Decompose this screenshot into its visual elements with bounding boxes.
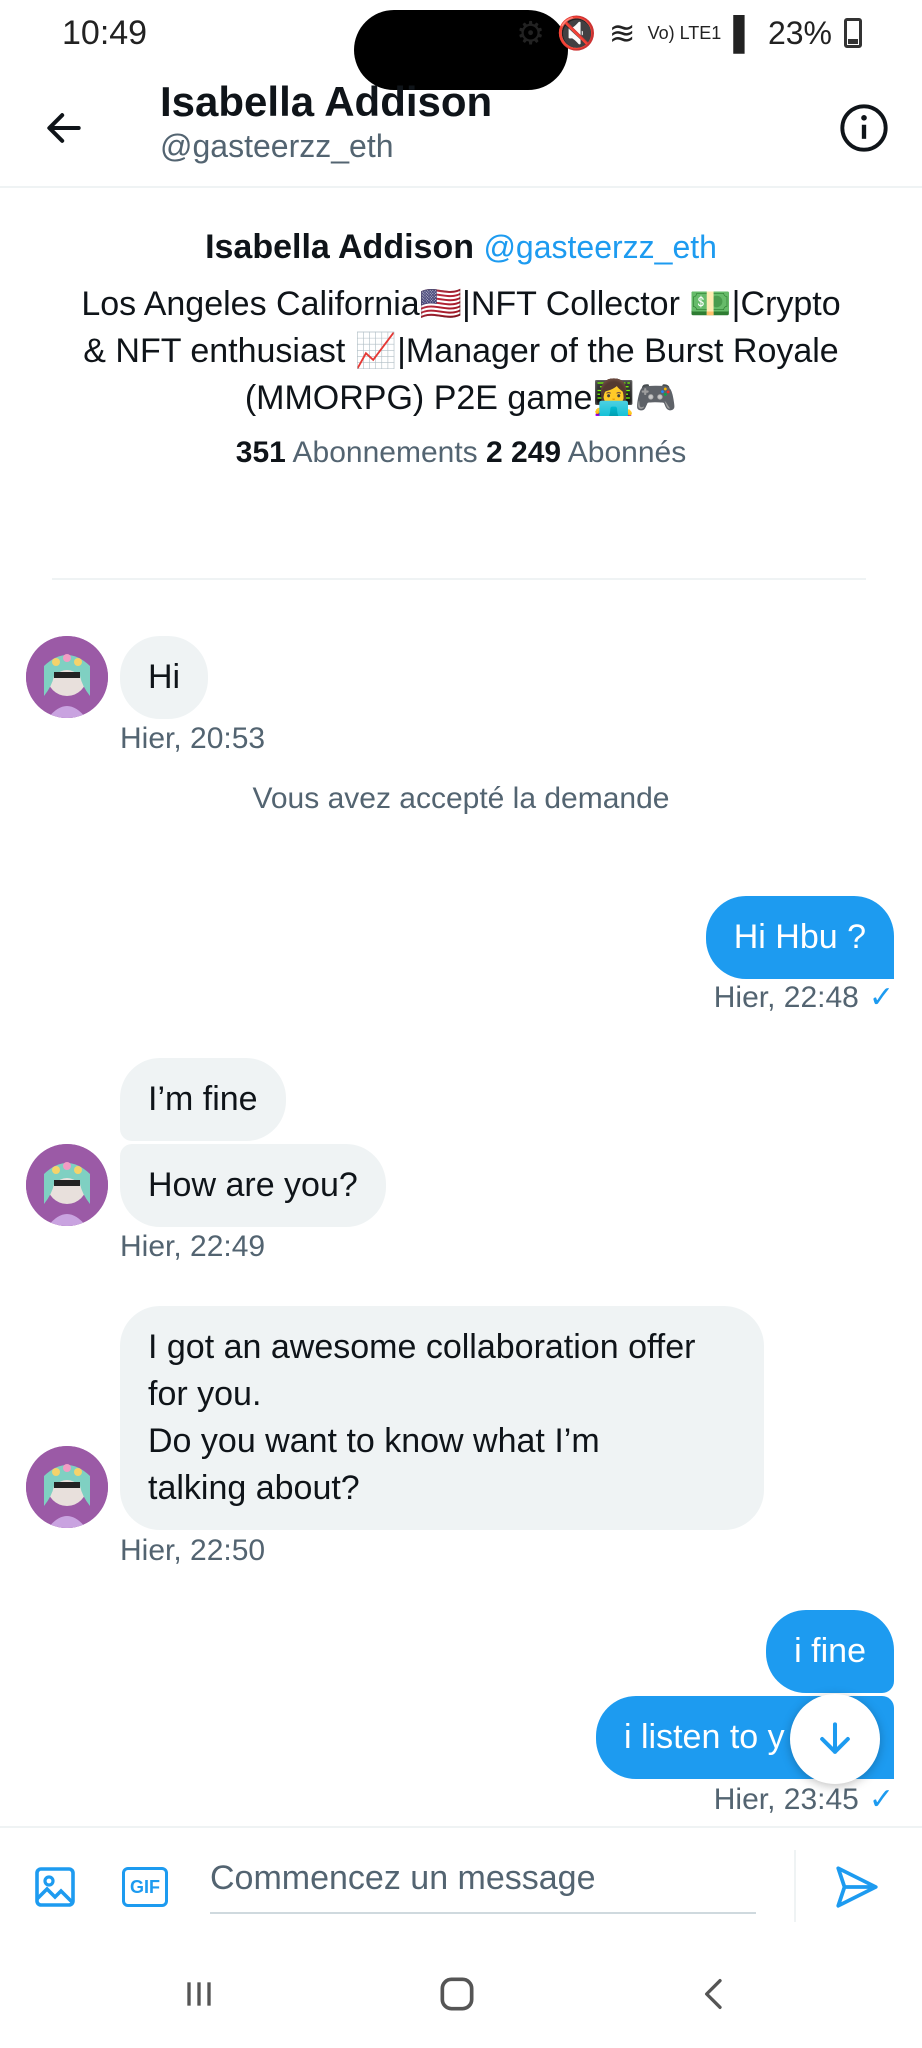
avatar-image (26, 1446, 108, 1528)
profile-summary[interactable]: Isabella Addison @gasteerzz_eth Los Ange… (40, 228, 882, 470)
message-bubble-incoming[interactable]: Hi (120, 636, 209, 719)
system-notice: Vous avez accepté la demande (252, 782, 670, 815)
gif-icon: GIF (122, 1867, 168, 1907)
bio-line: Los Angeles California🇺🇸|NFT Collector 💵… (81, 285, 841, 323)
home-button[interactable] (422, 1964, 492, 2024)
followers-label[interactable]: Abonnés (568, 436, 686, 469)
bio-line: (MMORPG) P2E game👩‍💻🎮 (244, 379, 678, 417)
status-icons: ⚙ 🔇 ≋ Vo) LTE1 ▌ 23% (516, 14, 862, 52)
system-nav-bar (0, 1944, 922, 2048)
profile-title: Isabella Addison @gasteerzz_eth (40, 228, 882, 267)
message-timestamp: Hier, 22:49 (120, 1230, 266, 1263)
scroll-to-bottom-button[interactable] (790, 1694, 880, 1784)
message-input[interactable] (210, 1844, 756, 1914)
back-button[interactable] (36, 100, 92, 156)
header-handle: @gasteerzz_eth (160, 128, 394, 164)
recent-apps-icon (187, 1982, 211, 2006)
profile-divider (52, 578, 866, 580)
message-line: I got an awesome collaboration offer (148, 1328, 696, 1366)
status-bar: 10:49 ⚙ 🔇 ≋ Vo) LTE1 ▌ 23% (0, 0, 922, 90)
battery-percent: 23% (767, 14, 832, 51)
header-name: Isabella Addison (160, 78, 493, 125)
avatar[interactable] (26, 1144, 108, 1226)
composer-separator (794, 1850, 796, 1922)
following-count: 351 (235, 436, 286, 469)
media-button[interactable] (28, 1860, 82, 1914)
message-line: for you. (148, 1375, 262, 1413)
message-bubble-incoming[interactable]: I got an awesome collaboration offer for… (120, 1306, 764, 1530)
message-bubble-incoming[interactable]: How are you? (120, 1144, 386, 1227)
message-bubble-outgoing[interactable]: Hi Hbu ? (705, 896, 894, 979)
signal-icon: ▌ (733, 14, 756, 51)
image-icon (35, 1867, 75, 1907)
avatar-image (26, 636, 108, 718)
network-label: Vo) LTE1 (647, 23, 722, 43)
message-line: Do you want to know what I’m (148, 1422, 600, 1460)
sent-check-icon: ✓ (868, 1783, 894, 1816)
message-line: talking about? (148, 1469, 360, 1507)
following-label[interactable]: Abonnements (293, 436, 478, 469)
avatar[interactable] (26, 636, 108, 718)
message-timestamp: Hier, 23:45 (713, 1783, 859, 1816)
info-button[interactable] (836, 100, 892, 156)
avatar-image (26, 1144, 108, 1226)
arrow-left-icon (47, 113, 81, 143)
message-bubble-outgoing[interactable]: i fine (766, 1610, 894, 1693)
message-bubble-incoming[interactable]: I’m fine (120, 1058, 286, 1141)
chevron-left-icon (705, 1979, 722, 2009)
message-composer: GIF (0, 1826, 922, 1944)
send-button[interactable] (830, 1860, 884, 1914)
profile-bio: Los Angeles California🇺🇸|NFT Collector 💵… (40, 281, 882, 422)
conversation-header: Isabella Addison @gasteerzz_eth (0, 72, 922, 188)
profile-name: Isabella Addison (205, 228, 474, 266)
message-timestamp: Hier, 22:48 (713, 981, 859, 1014)
profile-handle[interactable]: @gasteerzz_eth (483, 229, 717, 265)
mute-icon: 🔇 (556, 15, 597, 51)
arrow-down-icon (820, 1722, 850, 1754)
status-time: 10:49 (62, 14, 148, 52)
followers-count: 2 249 (486, 436, 562, 469)
message-timestamp: Hier, 20:53 (120, 722, 266, 755)
avatar[interactable] (26, 1446, 108, 1528)
bio-line: & NFT enthusiast 📈|Manager of the Burst … (83, 332, 839, 370)
profile-stats: 351 Abonnements 2 249 Abonnés (40, 436, 882, 470)
back-nav-button[interactable] (680, 1964, 750, 2024)
info-circle-icon (840, 104, 888, 152)
message-timestamp: Hier, 22:50 (120, 1534, 266, 1567)
battery-icon (844, 18, 862, 48)
wifi-icon: ≋ (608, 15, 636, 51)
vpn-icon: ⚙ (516, 15, 545, 51)
message-meta: Hier, 23:45 ✓ (714, 1782, 894, 1817)
home-icon (440, 1977, 474, 2011)
recent-apps-button[interactable] (164, 1964, 234, 2024)
send-icon (836, 1866, 878, 1908)
message-meta: Hier, 22:48 ✓ (714, 980, 894, 1015)
sent-check-icon: ✓ (868, 981, 894, 1014)
gif-button[interactable]: GIF (118, 1860, 172, 1914)
